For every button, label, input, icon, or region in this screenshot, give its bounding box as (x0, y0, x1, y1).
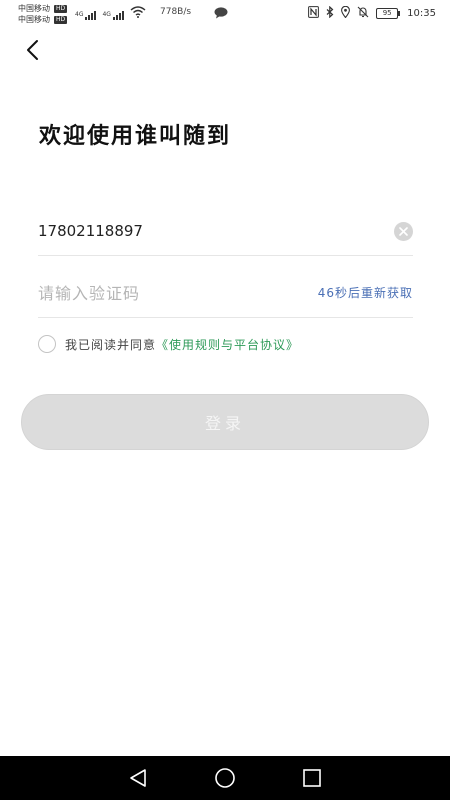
signal-indicators: 4G 4G (75, 6, 146, 20)
location-icon (341, 5, 351, 21)
battery-icon: 95 (376, 8, 401, 19)
clear-icon (399, 227, 408, 236)
phone-field (38, 208, 413, 256)
message-icon (214, 7, 228, 21)
agreement-text: 我已阅读并同意 (65, 337, 157, 352)
agreement-link[interactable]: 《使用规则与平台协议》 (156, 336, 299, 353)
net-speed: 778B/s (160, 7, 192, 17)
nav-back-icon (130, 769, 147, 787)
code-field: 46秒后重新获取 (38, 270, 413, 318)
back-button[interactable] (18, 36, 46, 64)
mute-icon (357, 6, 369, 21)
hd-badge: HD (54, 4, 68, 13)
page-title: 欢迎使用谁叫随到 (39, 124, 232, 149)
wifi-icon (130, 6, 146, 20)
nfc-icon (308, 6, 320, 21)
carrier-1-label: 中国移动 (18, 4, 50, 13)
nav-home-icon (215, 768, 235, 788)
clear-button[interactable] (394, 222, 413, 241)
clock: 10:35 (407, 8, 436, 19)
resend-code-button[interactable]: 46秒后重新获取 (318, 284, 413, 301)
nav-back-button[interactable] (124, 764, 152, 792)
phone-input[interactable] (38, 218, 378, 244)
carrier-2-label: 中国移动 (18, 15, 50, 24)
code-input[interactable] (38, 280, 278, 306)
signal-icon: 4G (75, 11, 97, 20)
nav-recents-button[interactable] (298, 764, 326, 792)
signal-icon: 4G (102, 11, 124, 20)
bluetooth-icon (326, 5, 334, 21)
login-button[interactable]: 登录 (21, 394, 429, 450)
carrier-info: 中国移动 HD 中国移动 HD (18, 3, 68, 25)
back-arrow-icon (27, 40, 38, 60)
status-right: 95 10:35 (308, 5, 436, 21)
nav-home-button[interactable] (211, 764, 239, 792)
nav-recents-icon (302, 769, 321, 787)
carrier-1: 中国移动 HD (18, 3, 68, 14)
navigation-bar (0, 756, 450, 800)
battery-level: 95 (376, 8, 399, 19)
carrier-2: 中国移动 HD (18, 14, 68, 25)
hd-badge: HD (54, 15, 68, 24)
network-label: 4G (75, 11, 84, 18)
status-bar: 中国移动 HD 中国移动 HD 4G 4G 778B/s 95 10:35 (0, 0, 450, 28)
agreement-checkbox[interactable] (38, 335, 56, 353)
agreement-row: 我已阅读并同意 《使用规则与平台协议》 (38, 335, 299, 353)
network-label: 4G (102, 11, 111, 18)
